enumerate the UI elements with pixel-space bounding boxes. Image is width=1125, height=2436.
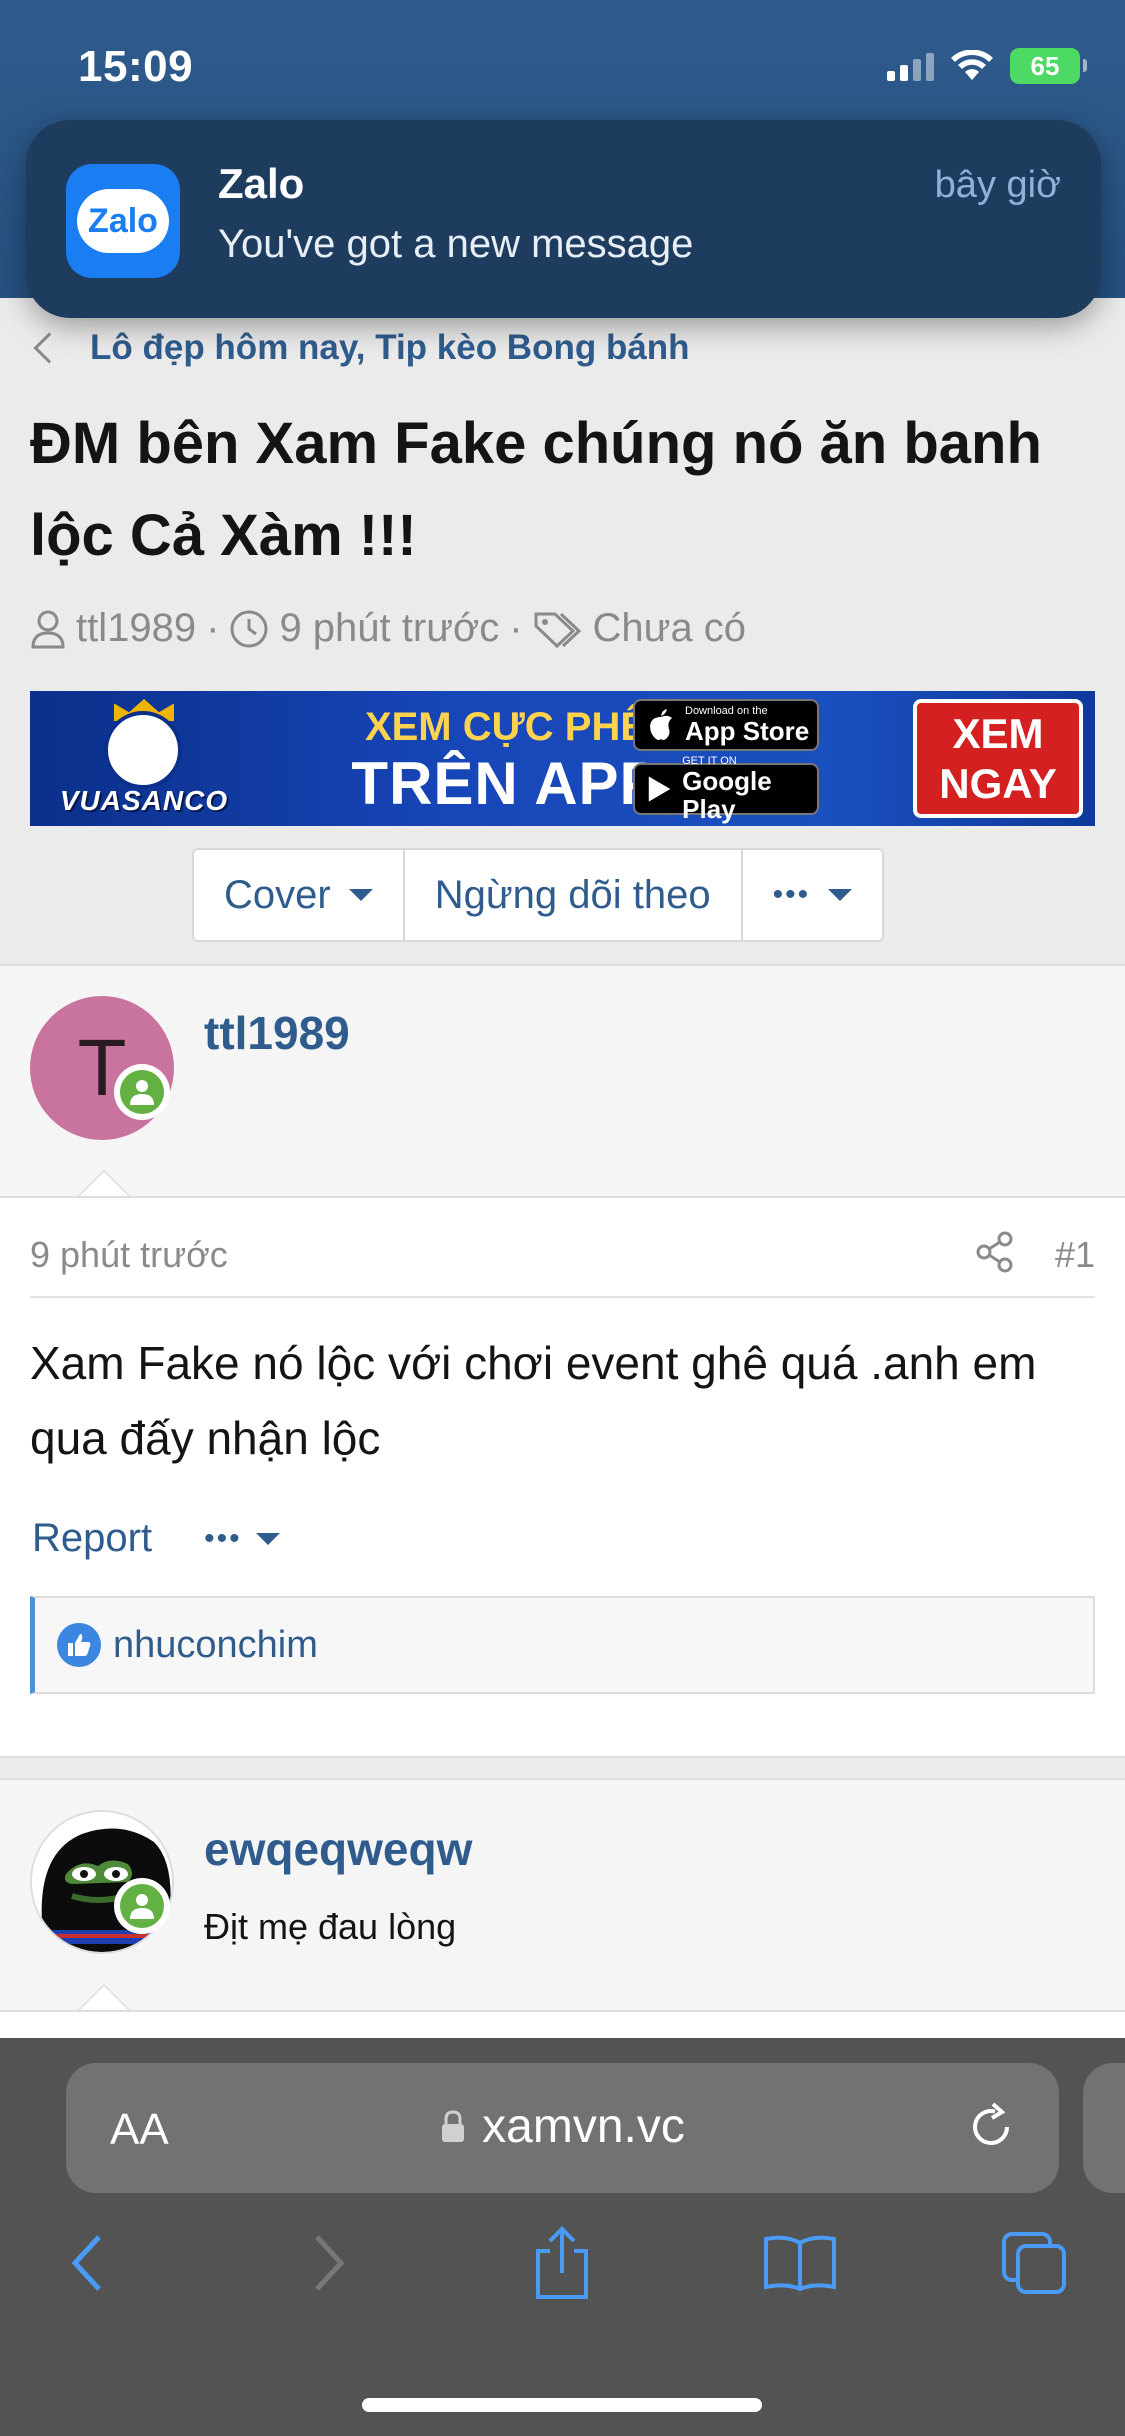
post-actions: Report ••• xyxy=(32,1516,280,1561)
notification-app-name: Zalo xyxy=(218,160,305,207)
bookmarks-button[interactable] xyxy=(755,2218,845,2308)
chevron-left-icon xyxy=(71,2235,101,2291)
thread-page: Lô đẹp hôm nay, Tip kèo Bong bánh ĐM bên… xyxy=(0,298,1125,2038)
breadcrumb-forum-link[interactable]: Lô đẹp hôm nay, Tip kèo Bong bánh xyxy=(90,328,690,368)
next-tab-preview[interactable] xyxy=(1083,2063,1125,2193)
chevron-right-icon xyxy=(315,2235,345,2291)
thread-actions: Cover Ngừng dõi theo ••• xyxy=(192,848,885,942)
status-indicators: 65 xyxy=(887,48,1087,84)
post-author-name[interactable]: ttl1989 xyxy=(204,1006,350,1060)
user-icon xyxy=(31,610,65,648)
app-store-badge[interactable]: Download on the App Store xyxy=(633,699,819,751)
tabs-icon xyxy=(1002,2232,1066,2294)
watch-now-button[interactable]: XEM NGAY xyxy=(913,699,1083,818)
home-indicator xyxy=(362,2398,762,2412)
google-play-badge[interactable]: GET IT ON Google Play xyxy=(633,755,819,823)
caret-down-icon xyxy=(348,889,373,901)
address-bar[interactable]: AA xamvn.vc xyxy=(66,2063,1059,2193)
banner-subheadline: TRÊN APP xyxy=(351,750,661,817)
url-text[interactable]: xamvn.vc xyxy=(482,2099,685,2154)
thread-meta: ttl1989 · 9 phút trước · Chưa có xyxy=(30,606,746,651)
post-message: Xam Fake nó lộc với chơi event ghê quá .… xyxy=(30,1337,1037,1464)
report-link[interactable]: Report xyxy=(32,1516,152,1561)
browser-bottom-bar: AA xamvn.vc xyxy=(0,2038,1125,2436)
online-badge xyxy=(114,1878,170,1934)
status-time: 15:09 xyxy=(78,42,194,91)
share-icon xyxy=(536,2226,588,2299)
zalo-app-icon: Zalo xyxy=(66,164,180,278)
online-badge xyxy=(114,1064,170,1120)
more-menu-button[interactable]: ••• xyxy=(743,850,883,940)
user-online-icon xyxy=(130,1894,154,1919)
notification-time: bây giờ xyxy=(934,164,1061,206)
back-button[interactable] xyxy=(42,2218,132,2308)
share-icon[interactable] xyxy=(975,1230,1015,1283)
user-online-icon xyxy=(130,1080,154,1105)
post-author-header: ewqeqweqw Địt mẹ đau lòng xyxy=(0,1778,1125,2010)
apple-icon xyxy=(650,709,672,740)
google-play-icon xyxy=(648,776,671,802)
post-number[interactable]: #1 xyxy=(1055,1234,1095,1276)
post-body: 9 phút trước #1 Xam Fake nó lộc với chơi… xyxy=(0,1170,1125,1756)
reactions-bar[interactable]: nhuconchim xyxy=(30,1596,1095,1694)
ad-banner[interactable]: VUASANCO XEM CỰC PHÊ TRÊN APP Download o… xyxy=(30,691,1095,826)
battery-icon: 65 xyxy=(1010,48,1087,84)
status-bar: 15:09 65 xyxy=(0,0,1125,140)
thumbs-up-icon xyxy=(57,1623,101,1667)
caret-down-icon xyxy=(828,889,853,901)
thread-author[interactable]: ttl1989 xyxy=(76,606,196,651)
thread-tags: Chưa có xyxy=(592,606,747,650)
banner-headline: XEM CỰC PHÊ xyxy=(364,705,648,749)
post-message: Địt mẹ đau lòng xyxy=(204,1906,457,1947)
reaction-user[interactable]: nhuconchim xyxy=(113,1624,318,1667)
browser-toolbar xyxy=(0,2218,1125,2328)
tabs-button[interactable] xyxy=(990,2218,1080,2308)
thread-title: ĐM bên Xam Fake chúng nó ăn banh lộc Cả … xyxy=(30,411,1042,568)
unfollow-button[interactable]: Ngừng dõi theo xyxy=(405,850,743,940)
tag-icon xyxy=(534,612,581,648)
clock-icon xyxy=(230,610,268,647)
forward-button[interactable] xyxy=(284,2218,374,2308)
post-author-name[interactable]: ewqeqweqw xyxy=(204,1822,472,1876)
share-button[interactable] xyxy=(517,2218,607,2308)
thread-time[interactable]: 9 phút trước xyxy=(279,606,499,651)
chevron-left-icon xyxy=(33,332,65,364)
post-more-button[interactable]: ••• xyxy=(204,1522,280,1556)
post-author-header: T ttl1989 xyxy=(0,964,1125,1196)
post-time[interactable]: 9 phút trước xyxy=(30,1234,228,1276)
vuasanco-logo: VUASANCO xyxy=(44,699,244,816)
cover-button[interactable]: Cover xyxy=(194,850,405,940)
book-icon xyxy=(764,2235,836,2292)
lock-icon xyxy=(442,2109,465,2142)
post-meta: 9 phút trước #1 xyxy=(30,1231,1095,1298)
breadcrumb[interactable]: Lô đẹp hôm nay, Tip kèo Bong bánh xyxy=(33,328,690,368)
reload-icon[interactable] xyxy=(965,2101,1017,2158)
wifi-icon xyxy=(951,50,993,80)
push-notification[interactable]: Zalo Zalo bây giờ You've got a new messa… xyxy=(26,120,1101,318)
cellular-signal-icon xyxy=(887,51,934,81)
caret-down-icon xyxy=(255,1532,280,1545)
notification-message: You've got a new message xyxy=(218,222,694,266)
